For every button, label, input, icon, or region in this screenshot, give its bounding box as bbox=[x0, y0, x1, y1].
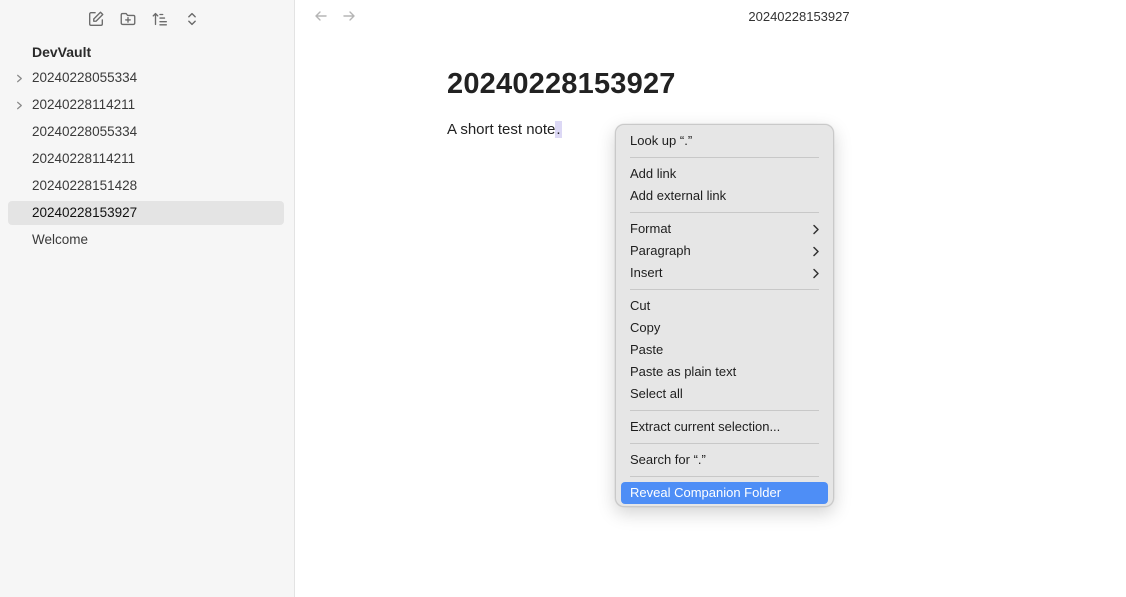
tree-item-label: 20240228114211 bbox=[32, 151, 136, 166]
tree-item-label: Welcome bbox=[32, 232, 89, 247]
new-folder-icon bbox=[120, 12, 136, 26]
note-body-text: A short test note bbox=[447, 121, 556, 138]
tree-item-label: 20240228153927 bbox=[32, 205, 138, 220]
menu-item-paste-plain-text[interactable]: Paste as plain text bbox=[621, 361, 828, 383]
tree-item-label: 20240228055334 bbox=[32, 124, 138, 139]
tree-item-label: 20240228114211 bbox=[32, 97, 136, 112]
menu-separator bbox=[630, 476, 819, 477]
tree-folder-item[interactable]: 20240228055334 bbox=[8, 66, 284, 90]
tree-file-item[interactable]: 20240228055334 bbox=[8, 120, 284, 144]
tree-item-label: 20240228055334 bbox=[32, 70, 138, 85]
menu-item-label: Insert bbox=[630, 265, 663, 280]
menu-item-add-link[interactable]: Add link bbox=[621, 163, 828, 185]
menu-item-paragraph[interactable]: Paragraph bbox=[621, 240, 828, 262]
chevron-right-icon[interactable] bbox=[14, 66, 24, 90]
context-menu: Look up “.” Add link Add external link F… bbox=[615, 124, 834, 507]
vault-name[interactable]: DevVault bbox=[32, 44, 91, 60]
tree-item-label: 20240228151428 bbox=[32, 178, 138, 193]
menu-separator bbox=[630, 289, 819, 290]
menu-item-look-up[interactable]: Look up “.” bbox=[621, 130, 828, 152]
sidebar-toolbar bbox=[86, 9, 202, 29]
sort-icon bbox=[152, 12, 167, 26]
tree-folder-item[interactable]: 20240228114211 bbox=[8, 93, 284, 117]
menu-item-search-for[interactable]: Search for “.” bbox=[621, 449, 828, 471]
menu-item-label: Paragraph bbox=[630, 243, 691, 258]
menu-item-reveal-companion-folder[interactable]: Reveal Companion Folder bbox=[621, 482, 828, 504]
tree-file-item[interactable]: 20240228151428 bbox=[8, 174, 284, 198]
file-explorer-sidebar: DevVault 20240228055334 20240228114211 2… bbox=[0, 0, 295, 597]
chevron-right-icon bbox=[812, 218, 820, 240]
tree-file-item[interactable]: 20240228114211 bbox=[8, 147, 284, 171]
menu-separator bbox=[630, 212, 819, 213]
menu-separator bbox=[630, 443, 819, 444]
selected-text: . bbox=[555, 121, 562, 138]
menu-item-select-all[interactable]: Select all bbox=[621, 383, 828, 405]
menu-item-add-external-link[interactable]: Add external link bbox=[621, 185, 828, 207]
chevron-right-icon[interactable] bbox=[14, 93, 24, 117]
new-note-button[interactable] bbox=[86, 9, 106, 29]
menu-item-insert[interactable]: Insert bbox=[621, 262, 828, 284]
menu-separator bbox=[630, 157, 819, 158]
chevron-right-icon bbox=[812, 262, 820, 284]
menu-item-cut[interactable]: Cut bbox=[621, 295, 828, 317]
view-header-title[interactable]: 20240228153927 bbox=[296, 9, 1126, 24]
menu-separator bbox=[630, 410, 819, 411]
expand-collapse-button[interactable] bbox=[182, 9, 202, 29]
expand-collapse-icon bbox=[188, 12, 196, 26]
menu-item-format[interactable]: Format bbox=[621, 218, 828, 240]
new-note-icon bbox=[89, 11, 104, 26]
tree-file-item[interactable]: Welcome bbox=[8, 228, 284, 252]
menu-item-extract-selection[interactable]: Extract current selection... bbox=[621, 416, 828, 438]
app-window: DevVault 20240228055334 20240228114211 2… bbox=[0, 0, 1126, 597]
chevron-right-icon bbox=[812, 240, 820, 262]
menu-item-copy[interactable]: Copy bbox=[621, 317, 828, 339]
file-tree: 20240228055334 20240228114211 2024022805… bbox=[8, 66, 284, 255]
note-body[interactable]: A short test note. bbox=[447, 121, 562, 138]
new-folder-button[interactable] bbox=[118, 9, 138, 29]
menu-item-label: Format bbox=[630, 221, 672, 236]
sort-button[interactable] bbox=[150, 9, 170, 29]
menu-item-paste[interactable]: Paste bbox=[621, 339, 828, 361]
tree-file-item-active[interactable]: 20240228153927 bbox=[8, 201, 284, 225]
inline-note-title[interactable]: 20240228153927 bbox=[447, 68, 676, 101]
